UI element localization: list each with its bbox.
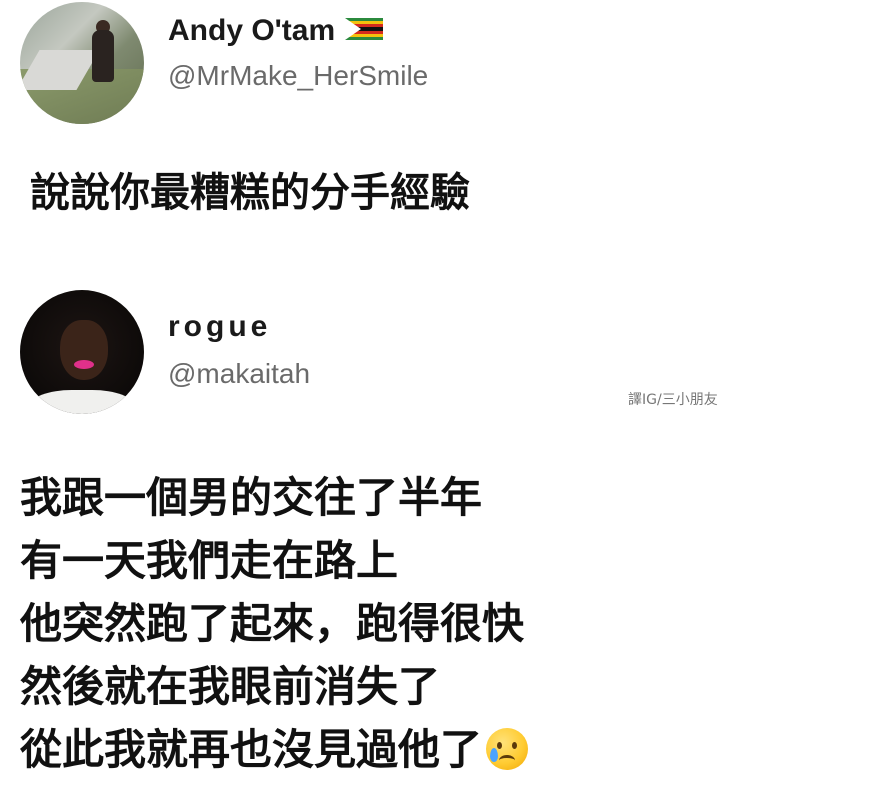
user-handle[interactable]: @makaitah <box>168 358 310 390</box>
avatar-andy[interactable] <box>20 2 144 124</box>
user-handle[interactable]: @MrMake_HerSmile <box>168 60 428 92</box>
tweet-text: 我跟一個男的交往了半年 有一天我們走在路上 他突然跑了起來，跑得很快 然後就在我… <box>20 466 529 781</box>
avatar-face <box>60 320 108 380</box>
avatar-person-body <box>92 30 114 82</box>
tweet-line: 然後就在我眼前消失了 <box>20 662 441 711</box>
tweet-line-last: 從此我就再也沒見過他了 <box>20 718 529 781</box>
tweet-line-text: 從此我就再也沒見過他了 <box>20 725 483 774</box>
display-name[interactable]: rogue <box>168 310 271 344</box>
tweet-andy: Andy O'tam @MrMake_HerSmile 說說你最糟糕的分手經驗 <box>0 0 881 240</box>
avatar-lips <box>74 360 94 369</box>
tweet-line: 有一天我們走在路上 <box>20 536 399 585</box>
avatar-shirt <box>30 390 134 414</box>
display-name-text: Andy O'tam <box>168 14 336 47</box>
tweet-line: 他突然跑了起來，跑得很快 <box>20 599 525 648</box>
tweet-line: 我跟一個男的交往了半年 <box>20 473 483 522</box>
display-name[interactable]: Andy O'tam <box>168 14 384 48</box>
tweet-text: 說說你最糟糕的分手經驗 <box>30 170 470 216</box>
translator-watermark: 譯IG/三小朋友 <box>628 392 718 408</box>
avatar-rogue[interactable] <box>20 290 144 414</box>
zimbabwe-flag-icon <box>345 18 384 41</box>
crying-face-icon <box>486 727 529 770</box>
tweet-rogue: rogue @makaitah 譯IG/三小朋友 我跟一個男的交往了半年 有一天… <box>0 258 881 809</box>
